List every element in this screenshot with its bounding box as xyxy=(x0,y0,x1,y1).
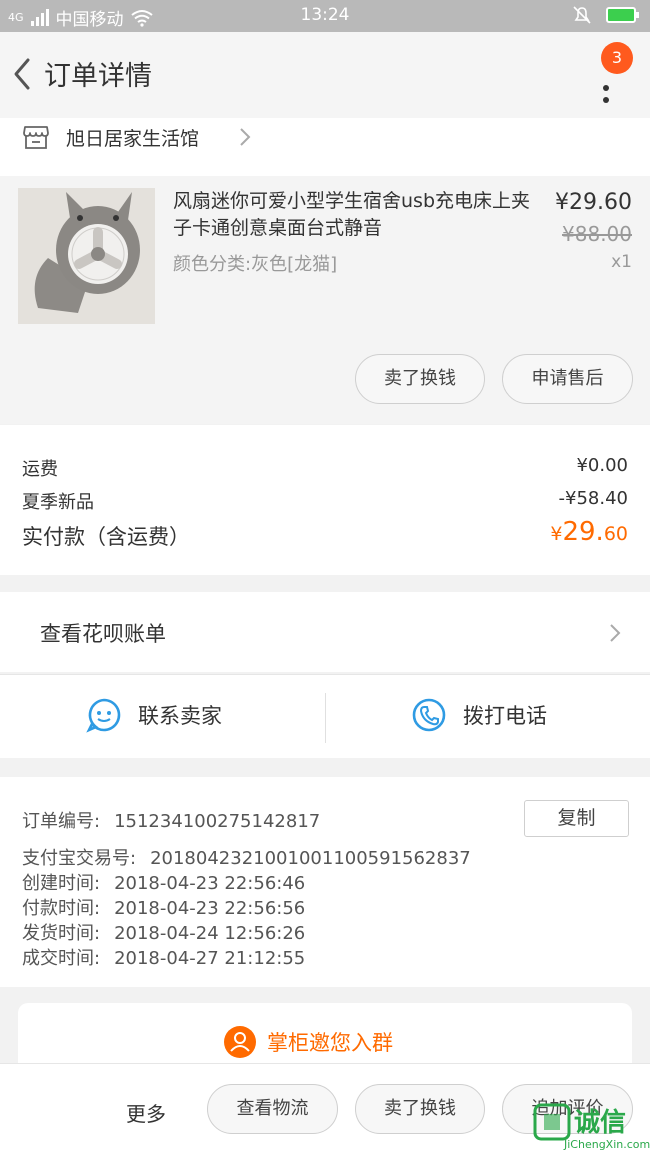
store-icon xyxy=(23,126,49,149)
info-label: 创建时间: xyxy=(22,873,101,894)
created-time-row: 创建时间: 2018-04-23 22:56:46 xyxy=(22,869,305,895)
shipped-time-row: 发货时间: 2018-04-24 12:56:26 xyxy=(22,919,305,945)
info-label: 支付宝交易号: xyxy=(22,848,137,869)
paid-value: ¥29.60 xyxy=(550,517,628,547)
paid-currency: ¥ xyxy=(550,523,563,545)
back-arrow-icon[interactable] xyxy=(8,54,38,94)
product-image[interactable] xyxy=(18,188,155,324)
deal-time-row: 成交时间: 2018-04-27 21:12:55 xyxy=(22,944,305,970)
nav-bar: 订单详情 xyxy=(0,32,650,118)
chevron-right-icon xyxy=(240,128,251,146)
watermark-url: JiChengXin.com xyxy=(564,1138,650,1151)
info-value: 2018-04-24 12:56:26 xyxy=(114,923,306,944)
info-label: 成交时间: xyxy=(22,948,101,969)
shop-row[interactable]: 旭日居家生活馆 xyxy=(0,118,650,176)
info-label: 订单编号: xyxy=(22,811,101,832)
call-phone-label: 拨打电话 xyxy=(463,704,547,728)
huabei-bill-row[interactable]: 查看花呗账单 xyxy=(0,592,650,672)
order-number: 151234100275142817 xyxy=(114,811,321,832)
contact-seller-button[interactable]: 联系卖家 xyxy=(86,697,222,733)
call-phone-button[interactable]: 拨打电话 xyxy=(411,697,547,733)
huabei-bill-label: 查看花呗账单 xyxy=(40,622,166,646)
contact-bar: 联系卖家 拨打电话 xyxy=(0,674,650,758)
shipping-label: 运费 xyxy=(22,459,58,480)
sell-for-cash-button[interactable]: 卖了换钱 xyxy=(355,354,485,404)
paid-int: 29. xyxy=(562,517,604,547)
mute-bell-icon xyxy=(573,6,591,24)
alipay-trade-row: 支付宝交易号: 2018042321001001100591562837 xyxy=(22,844,471,870)
notification-badge: 3 xyxy=(601,42,633,74)
product-card[interactable]: 风扇迷你可爱小型学生宿舍usb充电床上夹子卡通创意桌面台式静音 颜色分类:灰色[… xyxy=(0,176,650,424)
paid-time-row: 付款时间: 2018-04-23 22:56:56 xyxy=(22,894,305,920)
status-bar: 4G 中国移动 13:24 xyxy=(0,0,650,32)
shop-name: 旭日居家生活馆 xyxy=(66,128,200,150)
info-label: 发货时间: xyxy=(22,923,101,944)
divider xyxy=(325,693,326,743)
sell-for-cash-bottom-button[interactable]: 卖了换钱 xyxy=(355,1084,485,1134)
paid-label: 实付款（含运费） xyxy=(22,525,190,549)
copy-button[interactable]: 复制 xyxy=(524,800,629,837)
chevron-right-icon xyxy=(610,624,621,642)
phone-icon xyxy=(412,698,446,732)
discount-value: -¥58.40 xyxy=(558,488,628,509)
battery-icon xyxy=(606,7,639,23)
product-sku: 颜色分类:灰色[龙猫] xyxy=(173,254,338,275)
cost-summary: 运费 ¥0.00 夏季新品 -¥58.40 实付款（含运费） ¥29.60 xyxy=(0,425,650,575)
site-watermark: 诚信 JiChengXin.com xyxy=(532,1100,650,1155)
page-title: 订单详情 xyxy=(44,61,152,92)
paid-row: 实付款（含运费） ¥29.60 xyxy=(22,517,628,551)
discount-label: 夏季新品 xyxy=(22,492,94,513)
group-invite-label: 掌柜邀您入群 xyxy=(267,1031,393,1055)
clock: 13:24 xyxy=(300,5,350,25)
chat-bubble-icon xyxy=(86,698,121,733)
discount-row: 夏季新品 -¥58.40 xyxy=(22,488,628,514)
order-number-row: 订单编号: 151234100275142817 xyxy=(22,807,320,833)
group-icon xyxy=(224,1026,256,1058)
product-original-price: ¥88.00 xyxy=(562,222,632,246)
product-quantity: x1 xyxy=(611,252,632,272)
paid-dec: 60 xyxy=(603,523,628,545)
product-price: ¥29.60 xyxy=(555,190,632,215)
view-logistics-button[interactable]: 查看物流 xyxy=(207,1084,338,1134)
alipay-trade-number: 2018042321001001100591562837 xyxy=(150,848,471,869)
info-label: 付款时间: xyxy=(22,898,101,919)
shipping-row: 运费 ¥0.00 xyxy=(22,455,628,481)
watermark-text: 诚信 xyxy=(574,1108,627,1138)
watermark-logo-icon xyxy=(533,1103,571,1141)
contact-seller-label: 联系卖家 xyxy=(138,704,222,728)
order-info: 订单编号: 151234100275142817 复制 支付宝交易号: 201804… xyxy=(0,777,650,987)
product-title[interactable]: 风扇迷你可爱小型学生宿舍usb充电床上夹子卡通创意桌面台式静音 xyxy=(173,188,538,242)
info-value: 2018-04-23 22:56:56 xyxy=(114,898,306,919)
info-value: 2018-04-27 21:12:55 xyxy=(114,948,306,969)
info-value: 2018-04-23 22:56:46 xyxy=(114,873,306,894)
apply-aftersale-button[interactable]: 申请售后 xyxy=(502,354,633,404)
more-button[interactable]: 更多 xyxy=(126,1098,166,1127)
shipping-value: ¥0.00 xyxy=(576,455,628,476)
